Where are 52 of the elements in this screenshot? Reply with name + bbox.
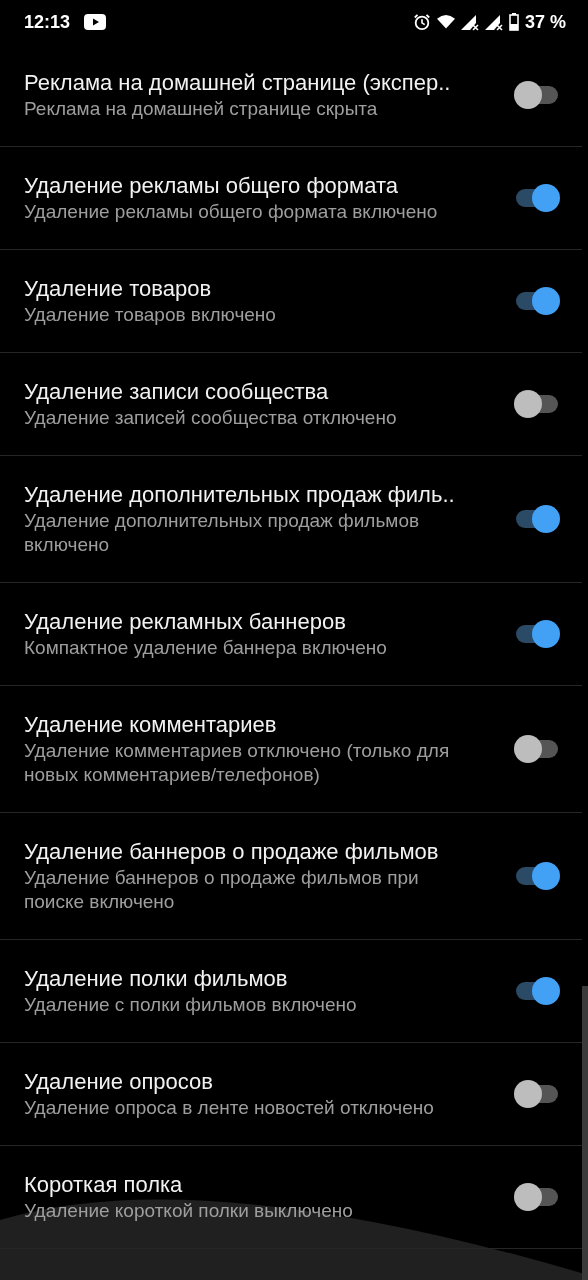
signal-icon: [460, 13, 479, 31]
setting-description: Удаление товаров включено: [24, 303, 277, 327]
signal-icon: [484, 13, 503, 31]
setting-title: Удаление товаров: [24, 275, 213, 303]
alarm-icon: [412, 13, 431, 31]
toggle-switch[interactable]: [514, 505, 560, 533]
toggle-switch[interactable]: [514, 735, 560, 763]
settings-row[interactable]: Удаление рекламы общего формата Удаление рекламы общего формата включено: [0, 147, 582, 250]
setting-title: Реклама на домашней странице (экспер..: [24, 69, 452, 97]
setting-description: Удаление комментариев отключено (только для новых комментариев/телефонов): [24, 739, 451, 787]
setting-title: Удаление баннеров о продаже фильмов: [24, 838, 440, 866]
setting-description: Удаление рекламы общего формата включено: [24, 200, 439, 224]
setting-description: Удаление записей сообщества отключено: [24, 406, 398, 430]
toggle-switch[interactable]: [514, 1080, 560, 1108]
settings-row[interactable]: Удаление комментариев Удаление комментариев отключено (только для новых комментариев/телефонов): [0, 686, 582, 813]
settings-row[interactable]: Удаление рекламных баннеров Компактное удаление баннера включено: [0, 583, 582, 686]
toggle-switch[interactable]: [514, 390, 560, 418]
setting-title: Удаление комментариев: [24, 711, 278, 739]
toggle-switch[interactable]: [514, 81, 560, 109]
setting-description: Удаление опроса в ленте новостей отключено: [24, 1096, 435, 1120]
setting-title: Короткая полка: [24, 1171, 184, 1199]
settings-row[interactable]: Удаление полки фильмов Удаление с полки фильмов включено: [0, 940, 582, 1043]
setting-description: Реклама на домашней странице скрыта: [24, 97, 379, 121]
setting-description: Удаление дополнительных продаж фильмов включено: [24, 509, 421, 557]
setting-description: Удаление баннеров о продаже фильмов при поиске включено: [24, 866, 420, 914]
toggle-switch[interactable]: [514, 184, 560, 212]
settings-row[interactable]: Удаление баннеров о продаже фильмов Удаление баннеров о продаже фильмов при поиске включено: [0, 813, 582, 940]
settings-row[interactable]: Короткая полка Удаление короткой полки выключено: [0, 1146, 582, 1249]
toggle-switch[interactable]: [514, 1183, 560, 1211]
toggle-switch[interactable]: [514, 620, 560, 648]
settings-row[interactable]: Удаление опросов Удаление опроса в ленте новостей отключено: [0, 1043, 582, 1146]
play-icon: [84, 14, 107, 30]
settings-row[interactable]: Удаление товаров Удаление товаров включено: [0, 250, 582, 353]
setting-description: Удаление короткой полки выключено: [24, 1199, 354, 1223]
toggle-switch[interactable]: [514, 287, 560, 315]
toggle-switch[interactable]: [514, 862, 560, 890]
setting-title: Удаление полки фильмов: [24, 965, 289, 993]
setting-title: Удаление дополнительных продаж филь..: [24, 481, 456, 509]
settings-row[interactable]: Удаление дополнительных продаж филь.. Удаление дополнительных продаж фильмов включено: [0, 456, 582, 583]
setting-title: Удаление записи сообщества: [24, 378, 330, 406]
battery-percent: 37 %: [524, 11, 566, 33]
toggle-switch[interactable]: [514, 977, 560, 1005]
setting-title: Удаление опросов: [24, 1068, 214, 1096]
status-time: 12:13: [24, 11, 71, 33]
setting-title: Удаление рекламных баннеров: [24, 608, 347, 636]
settings-row[interactable]: Удаление записи сообщества Удаление записей сообщества отключено: [0, 353, 582, 456]
settings-row[interactable]: Реклама на домашней странице (экспер.. Реклама на домашней странице скрыта: [0, 44, 582, 147]
setting-description: Удаление с полки фильмов включено: [24, 993, 358, 1017]
battery-icon: [508, 13, 519, 31]
setting-title: Удаление рекламы общего формата: [24, 172, 399, 200]
setting-description: Компактное удаление баннера включено: [24, 636, 388, 660]
wifi-icon: [436, 13, 455, 31]
